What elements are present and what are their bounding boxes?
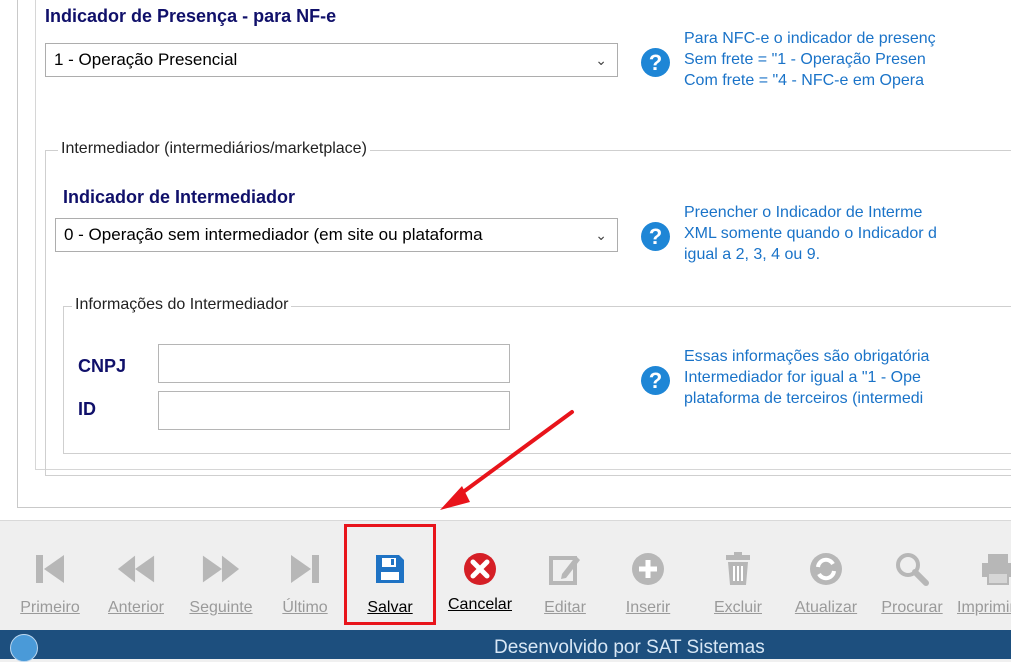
intermediary-indicator-title: Indicador de Intermediador xyxy=(63,187,296,207)
intermediary-select[interactable]: 0 - Operação sem intermediador (em site … xyxy=(55,218,618,252)
status-text: Desenvolvido por SAT Sistemas xyxy=(494,637,765,658)
status-bar: Desenvolvido por SAT Sistemas xyxy=(0,630,1011,662)
edit-button[interactable]: Editar xyxy=(530,521,600,629)
intermediary-info-legend: Informações do Intermediador xyxy=(72,296,292,314)
chevron-down-icon[interactable]: ⌄ xyxy=(595,219,607,251)
plus-circle-icon xyxy=(628,549,668,589)
save-highlight-box xyxy=(344,524,436,625)
help-icon[interactable]: ? xyxy=(641,366,670,395)
magnifier-icon xyxy=(892,549,932,589)
info-help-text: Essas informações são obrigatória Interm… xyxy=(684,348,930,407)
id-label: ID xyxy=(78,399,96,419)
printer-icon xyxy=(978,549,1011,589)
search-button[interactable]: Procurar xyxy=(870,521,954,629)
form-panel: Indicador de Presença - para NF-e 1 - Op… xyxy=(0,0,1011,520)
skip-last-icon xyxy=(285,549,325,589)
insert-button[interactable]: Inserir xyxy=(606,521,690,629)
rewind-icon xyxy=(116,549,156,589)
fast-forward-icon xyxy=(201,549,241,589)
help-icon[interactable]: ? xyxy=(641,48,670,77)
edit-icon xyxy=(545,549,585,589)
first-button[interactable]: Primeiro xyxy=(4,521,96,629)
id-input[interactable] xyxy=(158,391,510,430)
previous-button[interactable]: Anterior xyxy=(96,521,176,629)
last-button[interactable]: Último xyxy=(272,521,338,629)
intermediary-group-legend: Intermediador (intermediários/marketplac… xyxy=(58,140,370,158)
presence-title: Indicador de Presença - para NF-e xyxy=(45,6,337,26)
delete-button[interactable]: Excluir xyxy=(698,521,778,629)
presence-select-value: 1 - Operação Presencial xyxy=(54,50,238,69)
refresh-button[interactable]: Atualizar xyxy=(782,521,870,629)
print-button[interactable]: Imprimir xyxy=(956,521,1011,629)
help-icon[interactable]: ? xyxy=(641,222,670,251)
next-button[interactable]: Seguinte xyxy=(176,521,266,629)
refresh-icon xyxy=(806,549,846,589)
presence-select[interactable]: 1 - Operação Presencial ⌄ xyxy=(45,43,618,77)
cnpj-input[interactable] xyxy=(158,344,510,383)
cancel-icon xyxy=(460,549,500,589)
cnpj-label: CNPJ xyxy=(78,356,127,376)
intermediary-help-text: Preencher o Indicador de Interme XML som… xyxy=(684,204,937,263)
globe-icon xyxy=(10,634,38,662)
chevron-down-icon[interactable]: ⌄ xyxy=(595,44,607,76)
skip-first-icon xyxy=(30,549,70,589)
presence-help-text: Para NFC-e o indicador de presenç Sem fr… xyxy=(684,30,936,89)
intermediary-select-value: 0 - Operação sem intermediador (em site … xyxy=(64,225,483,244)
cancel-button[interactable]: Cancelar xyxy=(434,521,526,629)
navigation-toolbar: Primeiro Anterior Seguinte Último Salvar… xyxy=(0,520,1011,631)
trash-icon xyxy=(718,549,758,589)
